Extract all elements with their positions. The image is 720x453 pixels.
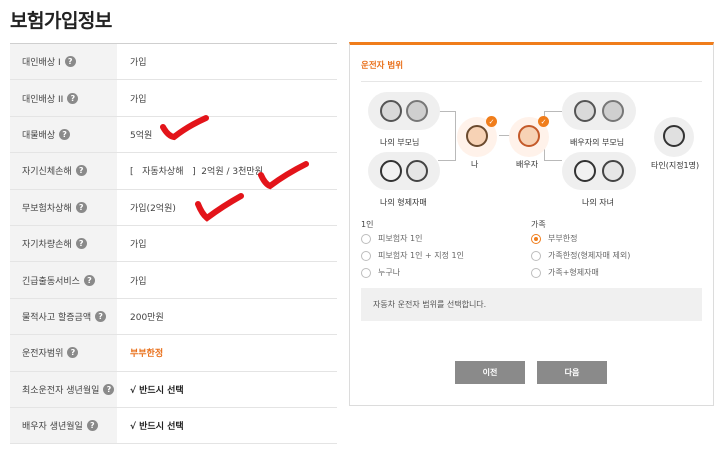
row-value[interactable]: √ 반드시 선택 [117,372,337,407]
help-icon[interactable]: ? [86,420,98,432]
connector-line [438,111,456,161]
my-parents-label: 나의 부모님 [380,138,420,147]
help-icon[interactable]: ? [64,56,76,68]
girl-icon [602,160,624,182]
row-value: 가입 [130,276,147,287]
panel-title: 운전자 범위 [361,61,404,71]
my-children-label: 나의 자녀 [582,198,614,207]
row-value: 5억원 [130,130,153,141]
other-person-label: 타인(지정1명) [651,161,700,170]
radio-insured-one[interactable]: 피보험자 1인 [361,233,422,244]
row-label: 대인배상 II? [10,80,117,116]
radio-insured-one-plus-designated[interactable]: 피보험자 1인 + 지정 1인 [361,250,464,261]
radio-family-plus-siblings[interactable]: 가족+형제자매 [531,267,599,278]
row-value: 가입 [130,58,147,69]
next-button[interactable]: 다음 [537,361,607,384]
other-person-option[interactable] [654,117,694,157]
table-row: 물적사고 할증금액? 200만원 [10,298,337,336]
group-title-one-person: 1인 [361,220,374,229]
table-row: 최소운전자 생년월일? √ 반드시 선택 [10,371,337,408]
my-siblings-label: 나의 형제자매 [380,198,427,207]
me-label: 나 [471,160,479,169]
check-icon: ✓ [486,116,497,127]
radio-button[interactable] [361,267,371,278]
table-row: 대인배상 I? 가입 [10,44,337,81]
table-row: 자기차량손해? 가입 [10,225,337,263]
woman-face-icon [518,125,540,147]
radio-button[interactable] [531,267,541,278]
row-value: [ 자동차상해 ] 2억원 / 3천만원 [130,167,263,178]
row-label: 대인배상 I? [10,44,117,80]
brother-icon [380,160,402,182]
person-face-icon [663,125,685,147]
row-label: 운전자범위? [10,335,117,371]
row-label: 자기차량손해? [10,225,117,262]
divider [361,81,702,82]
spouse-parents-label: 배우자의 부모님 [570,138,625,147]
radio-button-selected[interactable] [531,233,541,244]
boy-icon [574,160,596,182]
table-row: 배우자 생년월일? √ 반드시 선택 [10,407,337,445]
row-label: 배우자 생년월일? [10,407,117,444]
sister-icon [406,160,428,182]
table-row: 대인배상 II? 가입 [10,80,337,117]
help-icon[interactable]: ? [75,165,87,177]
help-icon[interactable]: ? [83,274,95,286]
page-title: 보험가입정보 [10,10,112,32]
driver-scope-panel: 운전자 범위 나의 부모님 나의 형제자매 ✓ 나 ✓ 배우자 배우자의 부모님… [349,42,714,406]
row-value: 가입(2억원) [130,203,176,214]
grandfather-icon [574,100,596,122]
row-value: 200만원 [130,312,164,323]
row-label: 최소운전자 생년월일? [10,371,117,407]
group-title-family: 가족 [531,220,546,229]
row-label: 물적사고 할증금액? [10,298,117,335]
grandmother-icon [406,100,428,122]
help-icon[interactable]: ? [103,383,115,395]
table-row: 운전자범위? 부부한정 [10,335,337,372]
help-icon[interactable]: ? [75,201,87,213]
radio-anyone[interactable]: 누구나 [361,267,400,278]
help-icon[interactable]: ? [75,238,87,250]
row-label: 대물배상? [10,116,117,153]
table-row: 자기신체손해? [ 자동차상해 ] 2억원 / 3천만원 [10,153,337,190]
table-row: 대물배상? 5억원 [10,116,337,154]
table-row: 긴급출동서비스? 가입 [10,262,337,299]
row-value: 가입 [130,94,147,105]
row-value: 부부한정 [130,349,164,360]
radio-button[interactable] [361,233,371,244]
spouse-label: 배우자 [516,160,539,169]
spouse-parents-option[interactable] [562,92,636,130]
row-label: 자기신체손해? [10,153,117,189]
help-icon[interactable]: ? [67,347,79,359]
row-label: 무보험차상해? [10,189,117,225]
row-label: 긴급출동서비스? [10,262,117,298]
insurance-info-table: 대인배상 I? 가입 대인배상 II? 가입 대물배상? 5억원 자기신체손해?… [10,43,337,445]
grandmother-icon [602,100,624,122]
radio-family-only[interactable]: 가족한정(형제자매 제외) [531,250,630,261]
help-icon[interactable]: ? [95,310,107,322]
info-message: 자동차 운전자 범위를 선택합니다. [361,288,702,321]
check-icon: ✓ [538,116,549,127]
row-value: 가입 [130,240,147,251]
radio-button[interactable] [361,250,371,261]
my-parents-option[interactable] [368,92,440,130]
radio-couple-only[interactable]: 부부한정 [531,233,577,244]
my-children-option[interactable] [562,152,636,190]
table-row: 무보험차상해? 가입(2억원) [10,189,337,226]
man-face-icon [466,125,488,147]
grandfather-icon [380,100,402,122]
my-siblings-option[interactable] [368,152,440,190]
radio-button[interactable] [531,250,541,261]
help-icon[interactable]: ? [67,92,79,104]
prev-button[interactable]: 이전 [455,361,525,384]
row-value[interactable]: √ 반드시 선택 [117,408,337,443]
help-icon[interactable]: ? [59,128,71,140]
